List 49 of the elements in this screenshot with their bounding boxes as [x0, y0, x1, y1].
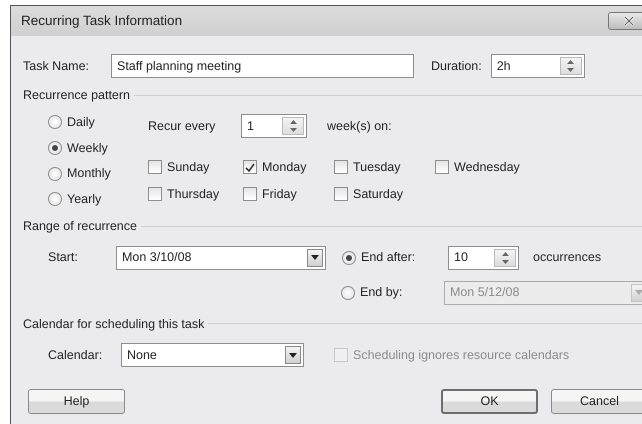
radio-button[interactable]: Daily — [48, 112, 131, 132]
up-arrow-icon — [502, 252, 508, 256]
checkbox[interactable]: Wednesday — [435, 158, 555, 177]
radio-button[interactable]: End after: — [342, 248, 448, 267]
field-label: occurrences — [533, 249, 602, 266]
dialog-button[interactable]: OK — [441, 389, 538, 414]
down-arrow-icon — [567, 68, 574, 72]
section-heading: Recurrence pattern — [23, 87, 130, 104]
text-field[interactable]: Staff planning meeting — [111, 54, 414, 78]
date-dropdown[interactable]: Mon 3/10/08 — [116, 246, 326, 270]
radio-button[interactable]: Weekly — [48, 138, 131, 158]
dialog-button[interactable]: Cancel — [551, 389, 642, 414]
field-label: Calendar: — [48, 346, 104, 364]
checkbox[interactable]: Friday — [243, 184, 334, 204]
field-label: Duration: — [431, 58, 482, 75]
spin-buttons[interactable] — [560, 57, 582, 75]
spin-field[interactable]: 1 — [241, 114, 307, 138]
field-label: week(s) on: — [327, 118, 392, 135]
dialog-button[interactable]: Help — [28, 389, 125, 414]
window-title: Recurring Task Information — [21, 12, 182, 30]
section-heading: Calendar for scheduling this task — [23, 316, 204, 333]
dropdown-button[interactable] — [285, 346, 301, 364]
checkbox[interactable]: Tuesday — [334, 158, 435, 177]
radio-button[interactable]: Yearly — [48, 190, 131, 209]
field-label: Start: — [48, 249, 79, 266]
up-arrow-icon — [290, 120, 296, 124]
checkbox[interactable]: Thursday — [148, 184, 243, 204]
checkbox[interactable]: Saturday — [334, 184, 435, 204]
close-icon — [623, 16, 635, 26]
spin-buttons[interactable] — [282, 117, 304, 135]
spin-field[interactable]: 2h — [490, 54, 585, 78]
checkbox[interactable]: Sunday — [148, 158, 243, 177]
dropdown-button[interactable] — [307, 248, 323, 266]
calendar-dropdown[interactable]: None — [121, 343, 304, 368]
checkbox[interactable]: Monday — [243, 158, 334, 177]
down-arrow-icon — [290, 128, 296, 132]
caret-icon — [311, 255, 319, 260]
checkmark-icon — [245, 162, 255, 172]
radio-button[interactable]: Monthly — [48, 164, 131, 183]
spin-field[interactable]: 10 — [448, 246, 519, 270]
field-label: Task Name: — [23, 58, 90, 75]
field-label: Recur every — [148, 118, 216, 135]
caret-icon — [289, 352, 297, 358]
up-arrow-icon — [567, 60, 574, 64]
close-button[interactable] — [608, 12, 642, 30]
down-arrow-icon — [502, 260, 508, 264]
section-heading: Range of recurrence — [23, 218, 137, 235]
spin-buttons[interactable] — [494, 248, 516, 266]
caret-icon — [635, 290, 642, 295]
